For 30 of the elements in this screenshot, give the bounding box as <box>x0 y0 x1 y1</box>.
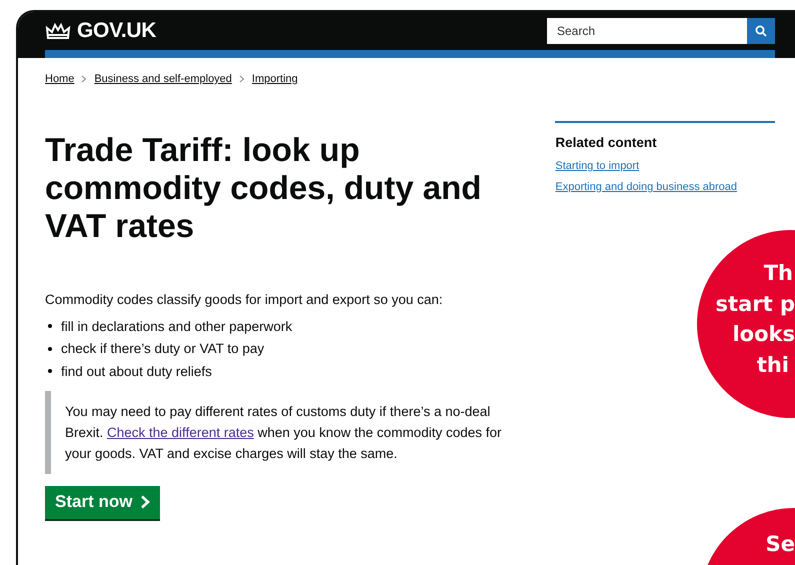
list-item-text: fill in declarations and other paperwork <box>61 318 292 334</box>
callout-text: Se <box>766 531 795 558</box>
inline-link[interactable]: Check the different rates <box>107 424 254 440</box>
list-item-text: check if there’s duty or VAT to pay <box>61 341 264 356</box>
related-link[interactable]: Starting to import <box>555 160 775 172</box>
callout-text: looks <box>732 321 795 348</box>
start-now-button[interactable]: Start now <box>45 486 160 520</box>
search-button[interactable] <box>747 18 775 44</box>
list-item-text: find out about duty reliefs <box>61 364 212 379</box>
callout-text: thi <box>756 352 789 378</box>
chevron-icon <box>238 75 245 83</box>
chevron-right-icon <box>140 495 150 509</box>
page-title: Trade Tariff: look up commodity codes, duty and VAT rates <box>45 131 482 245</box>
related-link[interactable]: Exporting and doing business abroad <box>555 181 775 193</box>
bullet-dot-icon <box>48 324 52 328</box>
breadcrumb-link[interactable]: Importing <box>252 73 298 85</box>
bullet-dot-icon <box>48 369 52 374</box>
related-heading: Related content <box>555 135 658 150</box>
intro-text: Commodity codes classify goods for import and export so you can: <box>45 292 444 307</box>
callout-text: start p <box>716 290 795 318</box>
crown-icon <box>45 21 71 41</box>
bullet-dot-icon <box>48 346 52 351</box>
callout-text: Th <box>764 260 793 287</box>
search-field[interactable]: Search <box>547 18 747 44</box>
breadcrumb-link[interactable]: Business and self-employed <box>94 73 232 85</box>
site-logo[interactable]: GOV.UK <box>77 19 156 43</box>
search-icon <box>755 25 767 37</box>
breadcrumb-link[interactable]: Home <box>45 73 74 85</box>
inset-paragraph: You may need to pay different rates of customs duty if there’s a no-deal Brexit. Check the different rates when you know the commodity codes for your goods. VAT and excise charges will stay the same. <box>65 402 502 463</box>
chevron-icon <box>81 75 88 83</box>
